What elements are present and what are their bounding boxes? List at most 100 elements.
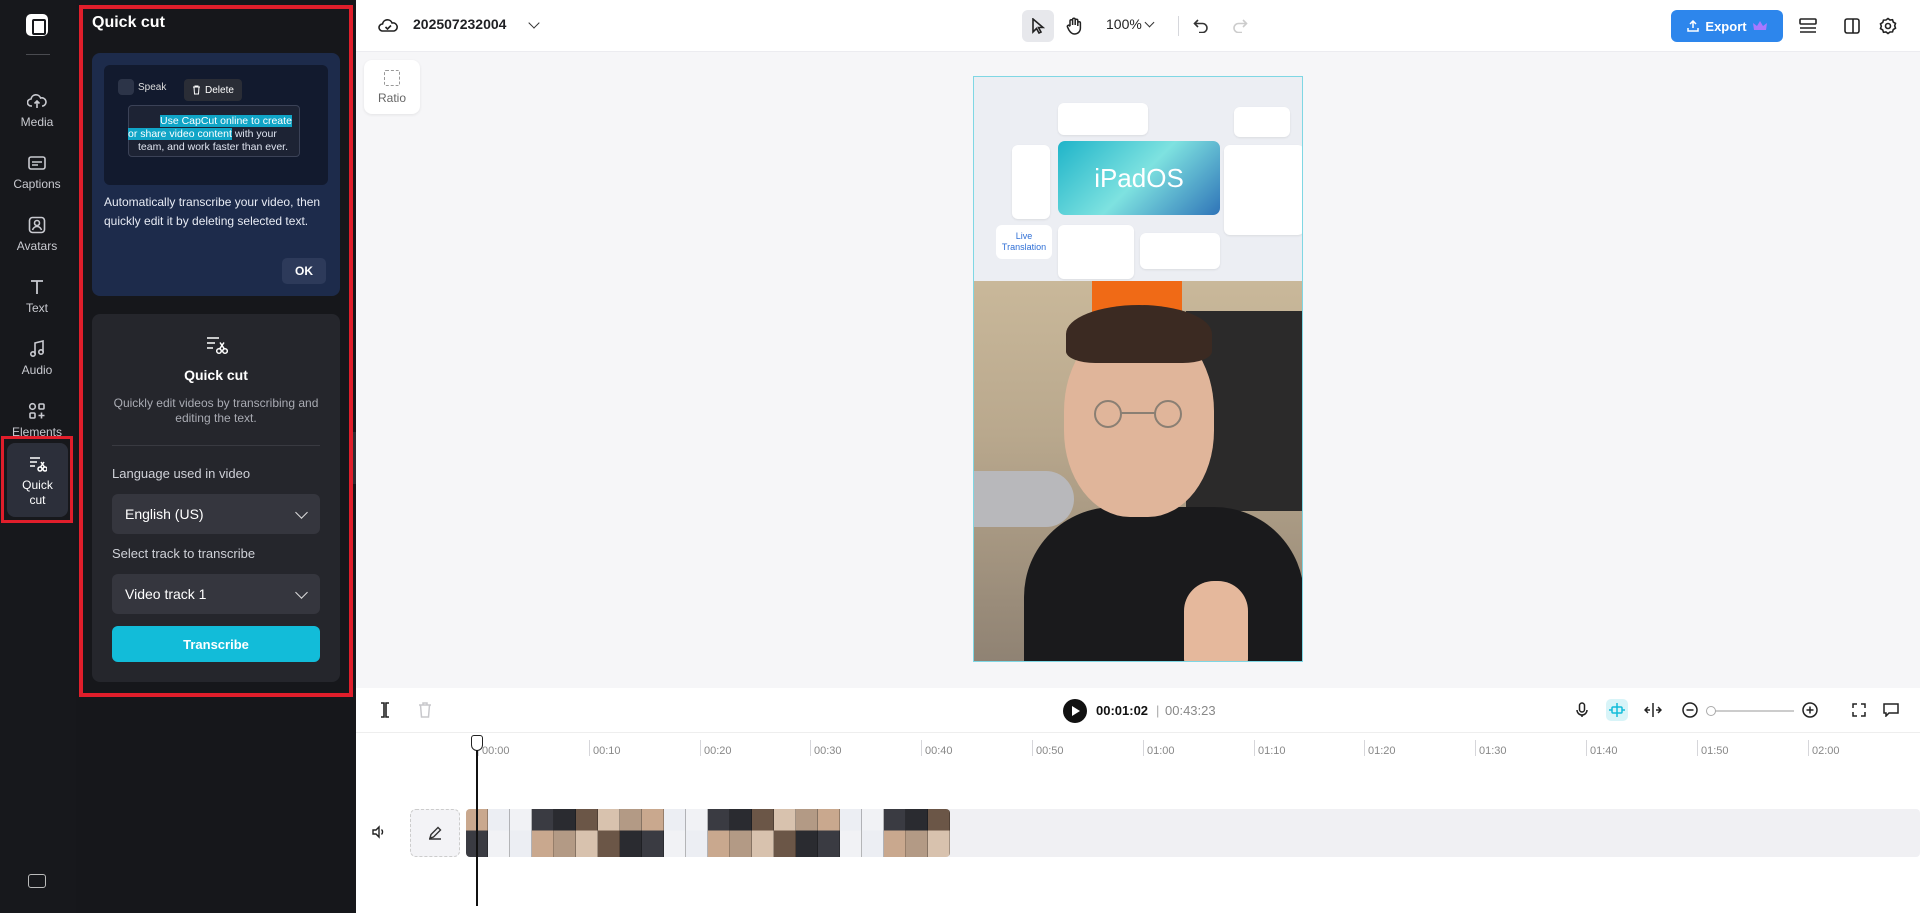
split-button[interactable] [374, 699, 396, 721]
captions-icon [26, 152, 48, 174]
magnet-snap-button[interactable] [1606, 699, 1628, 721]
ruler-tick [1254, 740, 1255, 756]
ruler-tick-label: 00:00 [482, 745, 510, 757]
ruler-tick-label: 00:20 [704, 745, 732, 757]
time-separator: | [1156, 703, 1160, 718]
delete-button[interactable] [414, 699, 436, 721]
ruler-tick [1143, 740, 1144, 756]
zoom-in-icon [1802, 702, 1818, 718]
transcribe-button[interactable]: Transcribe [112, 626, 320, 662]
redo-button[interactable] [1224, 10, 1256, 42]
rail-item-text[interactable]: Text [4, 266, 70, 324]
split-scene-button[interactable] [1642, 699, 1664, 721]
panel-title: Quick cut [92, 14, 165, 31]
play-button[interactable] [1063, 699, 1087, 723]
fullscreen-button[interactable] [1848, 699, 1870, 721]
clip-thumbnail [862, 809, 884, 857]
clip-thumbnail [576, 809, 598, 857]
timeline-zoom-slider[interactable] [1710, 710, 1794, 712]
hand-tool-button[interactable] [1058, 10, 1090, 42]
timeline-zoom-knob[interactable] [1706, 706, 1716, 716]
quick-cut-icon [207, 337, 228, 355]
ruler-tick-label: 01:10 [1258, 745, 1286, 757]
speaker-icon [118, 79, 134, 95]
preview-speaker-footage [974, 281, 1302, 661]
toolbar-divider [1178, 16, 1179, 36]
elements-icon [26, 400, 48, 422]
comment-button[interactable] [1880, 699, 1902, 721]
playhead-handle[interactable] [471, 735, 483, 751]
track-select[interactable]: Video track 1 [112, 574, 320, 614]
layers-button[interactable] [1792, 10, 1824, 42]
clip-thumbnail [642, 809, 664, 857]
zoom-out-button[interactable] [1679, 699, 1701, 721]
microphone [974, 471, 1074, 527]
timeline-ruler[interactable] [356, 732, 1920, 762]
cloud-sync-icon[interactable] [378, 16, 398, 34]
clip-thumbnail [884, 809, 906, 857]
playhead-line[interactable] [476, 750, 478, 906]
delete-chip: Delete [184, 79, 242, 101]
pencil-icon [428, 826, 442, 840]
rail-label: Audio [21, 362, 53, 377]
clip-thumbnail [928, 809, 950, 857]
avatar-icon [26, 214, 48, 236]
microphone-icon [1576, 702, 1588, 717]
ruler-tick-label: 00:40 [925, 745, 953, 757]
settings-button[interactable] [1872, 10, 1904, 42]
speaker-hair [1066, 305, 1212, 363]
tip-preview-image: Speak Delete Use CapCut online to create… [104, 65, 328, 185]
export-button[interactable]: Export [1671, 10, 1783, 42]
video-preview[interactable]: iPadOS Live Translation [973, 76, 1303, 662]
split-icon [381, 702, 389, 718]
ruler-tick [589, 740, 590, 756]
clip-thumbnail [730, 809, 752, 857]
snap-icon [1609, 703, 1625, 717]
preview-card [1140, 233, 1220, 269]
preview-card [1058, 225, 1134, 279]
rail-item-avatars[interactable]: Avatars [4, 204, 70, 262]
clip-thumbnail [554, 809, 576, 857]
comment-icon [1883, 703, 1899, 717]
hand-icon [1066, 17, 1082, 35]
select-tool-button[interactable] [1022, 10, 1054, 42]
cloud-upload-icon [26, 90, 48, 112]
zoom-level[interactable]: 100% [1106, 16, 1142, 32]
rail-item-captions[interactable]: Captions [4, 142, 70, 200]
total-time: 00:43:23 [1165, 703, 1216, 718]
ipados-title: iPadOS [1058, 141, 1220, 215]
redo-icon [1233, 19, 1248, 33]
preview-card [1224, 145, 1302, 235]
ruler-tick-label: 01:20 [1368, 745, 1396, 757]
language-select[interactable]: English (US) [112, 494, 320, 534]
undo-button[interactable] [1185, 10, 1217, 42]
upload-icon [1687, 20, 1700, 32]
ruler-tick-label: 00:50 [1036, 745, 1064, 757]
tip-text: Automatically transcribe your video, the… [104, 195, 321, 228]
ruler-tick [921, 740, 922, 756]
track-cover-edit-button[interactable] [410, 809, 460, 857]
fullscreen-icon [1852, 703, 1866, 717]
clip-thumbnail [686, 809, 708, 857]
clip-thumbnail [664, 809, 686, 857]
ruler-tick [1808, 740, 1809, 756]
track-volume-icon[interactable] [372, 825, 388, 841]
rail-item-audio[interactable]: Audio [4, 328, 70, 386]
rail-item-media[interactable]: Media [4, 80, 70, 138]
zoom-in-button[interactable] [1799, 699, 1821, 721]
aspect-ratio-icon [384, 69, 400, 86]
ratio-button[interactable]: Ratio [364, 60, 420, 114]
speaker-hand [1184, 581, 1248, 661]
project-name[interactable]: 202507232004 [413, 16, 506, 32]
keyboard-shortcuts-icon[interactable] [28, 874, 46, 888]
panel-layout-icon [1844, 18, 1860, 34]
clip-thumbnail [510, 809, 532, 857]
video-clip[interactable] [466, 809, 950, 857]
split-view-button[interactable] [1836, 10, 1868, 42]
record-voice-button[interactable] [1571, 699, 1593, 721]
undo-icon [1193, 19, 1208, 33]
capcut-logo-icon[interactable] [26, 14, 48, 36]
ok-button[interactable]: OK [282, 258, 326, 284]
ruler-tick-label: 00:10 [593, 745, 621, 757]
trash-icon [193, 85, 200, 95]
